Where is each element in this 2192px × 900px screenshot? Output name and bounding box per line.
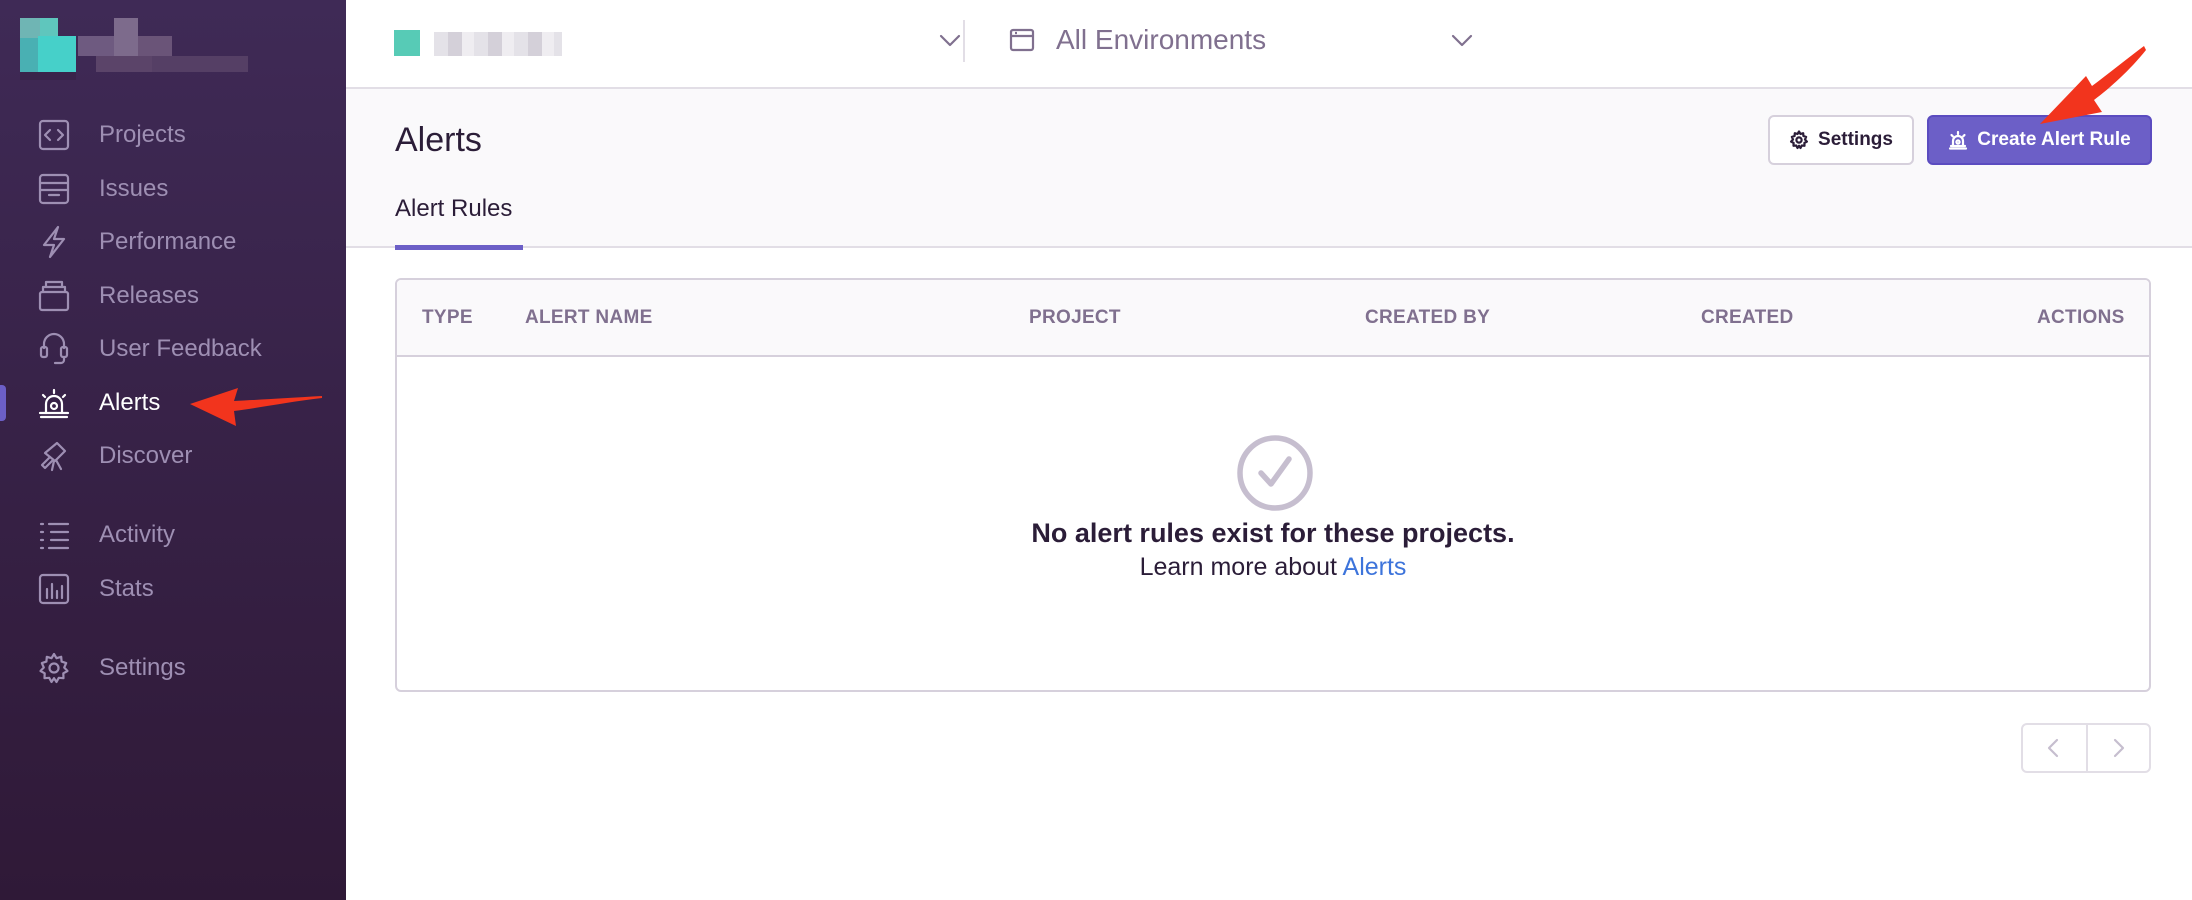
annotation-arrow-icon (2040, 46, 2146, 124)
project-avatar (394, 30, 420, 56)
empty-state-message: Learn more about Alerts (397, 553, 2149, 582)
alerts-icon (36, 385, 72, 421)
alerts-docs-link[interactable]: Alerts (1343, 553, 1407, 581)
sidebar-item-label: Performance (99, 228, 237, 255)
sidebar-item-label: Discover (99, 442, 193, 469)
settings-button-label: Settings (1818, 129, 1893, 150)
window-icon (1008, 26, 1036, 54)
tab-alert-rules[interactable]: Alert Rules (395, 195, 524, 250)
pagination (2021, 723, 2151, 773)
user-feedback-icon (36, 331, 72, 367)
sidebar-item-user-feedback[interactable]: User Feedback (0, 324, 346, 374)
issues-icon (36, 171, 72, 207)
next-page-button[interactable] (2085, 725, 2149, 771)
gear-icon (1790, 130, 1809, 150)
top-bar: All Environments (346, 0, 2192, 89)
column-header-alert-name: ALERT NAME (525, 307, 653, 328)
sidebar-item-label: Settings (99, 654, 186, 681)
chevron-down-icon (936, 26, 964, 54)
sidebar-item-label: Alerts (99, 389, 161, 416)
project-selector[interactable] (394, 18, 961, 64)
chevron-left-icon (2048, 738, 2059, 758)
performance-icon (36, 224, 72, 260)
column-header-actions: ACTIONS (2037, 307, 2125, 328)
environment-label: All Environments (1056, 24, 1267, 55)
sidebar-item-discover[interactable]: Discover (0, 431, 346, 481)
org-avatar[interactable] (20, 18, 248, 80)
column-header-project: PROJECT (1029, 307, 1121, 328)
page-header: Alerts Settings Create Alert Rule Alert … (346, 89, 2192, 250)
previous-page-button[interactable] (2023, 725, 2086, 771)
environment-selector[interactable]: All Environments (1008, 18, 1548, 64)
check-circle-icon (1235, 433, 1315, 513)
sidebar-item-label: Issues (99, 175, 169, 202)
annotation-arrow-icon (190, 388, 322, 426)
sidebar-item-label: Projects (99, 121, 186, 148)
column-header-created: CREATED (1701, 307, 1794, 328)
column-header-created-by: CREATED BY (1365, 307, 1491, 328)
settings-button[interactable]: Settings (1768, 115, 1914, 165)
sidebar-item-label: User Feedback (99, 335, 262, 362)
activity-icon (36, 517, 72, 553)
releases-icon (36, 278, 72, 314)
create-button-label: Create Alert Rule (1977, 129, 2131, 150)
page-title: Alerts (395, 121, 482, 159)
sidebar-item-projects[interactable]: Projects (0, 110, 346, 160)
tab-label: Alert Rules (395, 195, 513, 222)
sidebar-item-settings[interactable]: Settings (0, 643, 346, 693)
sidebar-item-issues[interactable]: Issues (0, 164, 346, 214)
column-header-type: TYPE (422, 307, 473, 328)
empty-state-prefix: Learn more about (1139, 553, 1337, 581)
alert-rules-table: TYPE ALERT NAME PROJECT CREATED BY CREAT… (395, 278, 2151, 692)
sidebar-item-performance[interactable]: Performance (0, 217, 346, 267)
siren-icon (1949, 130, 1968, 150)
header-divider (963, 20, 965, 62)
projects-icon (36, 117, 72, 153)
table-header: TYPE ALERT NAME PROJECT CREATED BY CREAT… (397, 280, 2149, 357)
empty-state-title: No alert rules exist for these projects. (1031, 518, 1515, 548)
chevron-right-icon (2114, 738, 2125, 758)
discover-icon (36, 438, 72, 474)
sidebar-item-activity[interactable]: Activity (0, 510, 346, 560)
sidebar-item-label: Activity (99, 521, 176, 548)
project-name-redacted (434, 32, 562, 56)
sidebar: Projects Issues Performance Releases Use… (0, 0, 346, 900)
sidebar-item-stats[interactable]: Stats (0, 564, 346, 614)
sidebar-item-label: Stats (99, 575, 154, 602)
stats-icon (36, 571, 72, 607)
sidebar-item-label: Releases (99, 282, 200, 309)
sidebar-item-releases[interactable]: Releases (0, 271, 346, 321)
settings-icon (36, 650, 72, 686)
chevron-down-icon (1448, 26, 1476, 54)
